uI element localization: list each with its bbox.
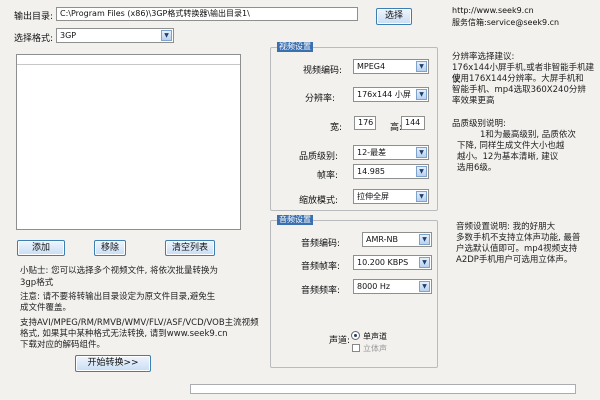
- file-list-header: [17, 55, 240, 65]
- chevron-down-icon[interactable]: ▼: [416, 89, 427, 100]
- chevron-down-icon[interactable]: ▼: [161, 30, 172, 41]
- framerate-value: 14.985: [357, 167, 385, 176]
- quality-label: 品质级别:: [299, 152, 339, 162]
- audio-codec-value: AMR-NB: [366, 235, 398, 244]
- zoom-mode-select[interactable]: 拉伸全屏 ▼: [353, 189, 429, 204]
- quality-note-2: 1和为最高级别, 品质依次: [480, 130, 576, 140]
- mono-radio[interactable]: [351, 331, 360, 340]
- tip-line-6: 格式, 如果其中某种格式无法转换, 请到www.seek9.cn: [20, 329, 228, 339]
- format-label: 选择格式:: [14, 34, 54, 44]
- remove-button[interactable]: 移除: [94, 240, 126, 256]
- stereo-checkbox[interactable]: [352, 344, 360, 352]
- tip-line-2: 3gp格式: [20, 278, 54, 288]
- resolution-note-1: 分辨率选择建议:: [452, 52, 515, 62]
- quality-value: 12-最差: [357, 148, 387, 157]
- framerate-select[interactable]: 14.985 ▼: [353, 164, 429, 179]
- channel-label: 声道:: [329, 336, 351, 346]
- audio-note-1: 音频设置说明: 我的好朋大: [456, 222, 556, 232]
- audio-samplerate-label: 音频频率:: [301, 286, 341, 296]
- video-codec-value: MPEG4: [357, 62, 386, 71]
- audio-note-4: A2DP手机用户可选用立体声。: [456, 255, 573, 265]
- audio-samplerate-value: 8000 Hz: [357, 282, 391, 291]
- quality-note-3: 下降, 同样生成文件大小也越: [457, 141, 565, 151]
- chevron-down-icon[interactable]: ▼: [416, 191, 427, 202]
- zoom-mode-value: 拉伸全屏: [357, 192, 389, 201]
- tip-line-1: 小贴士: 您可以选择多个视频文件, 将依次批量转换为: [20, 266, 218, 276]
- mono-label: 单声道: [363, 332, 387, 341]
- conversion-progress-bar: [190, 384, 576, 394]
- height-input[interactable]: 144: [401, 116, 425, 130]
- tip-line-3: 注意: 请不要将转输出目录设定为原文件目录,避免生: [20, 292, 216, 302]
- width-input[interactable]: 176: [354, 116, 376, 130]
- audio-note-3: 户选默认值即可。mp4视频支持: [456, 244, 578, 254]
- add-button[interactable]: 添加: [17, 240, 65, 256]
- quality-select[interactable]: 12-最差 ▼: [353, 145, 429, 160]
- resolution-note-5: 率效果更高: [452, 96, 495, 106]
- quality-note-4: 越小。12为基本清晰, 建议: [457, 152, 559, 162]
- zoom-mode-label: 缩放模式:: [299, 196, 339, 206]
- audio-bitrate-label: 音频帧率:: [301, 262, 341, 272]
- audio-samplerate-select[interactable]: 8000 Hz ▼: [353, 279, 432, 294]
- tip-line-7: 下载对应的解码组件。: [20, 340, 106, 350]
- clear-list-button[interactable]: 清空列表: [165, 240, 215, 256]
- resolution-label: 分辨率:: [305, 94, 336, 104]
- audio-note-2: 多数手机不支持立体声功能, 最普: [456, 233, 581, 243]
- video-settings-legend: 视频设置: [277, 42, 313, 52]
- chevron-down-icon[interactable]: ▼: [416, 147, 427, 158]
- quality-note-5: 选用6级。: [457, 163, 497, 173]
- audio-codec-select[interactable]: AMR-NB ▼: [362, 232, 432, 247]
- format-select[interactable]: 3GP ▼: [56, 28, 174, 43]
- video-codec-label: 视频编码:: [303, 66, 343, 76]
- framerate-label: 帧率:: [317, 171, 339, 181]
- stereo-label: 立体声: [363, 344, 387, 353]
- chevron-down-icon[interactable]: ▼: [416, 166, 427, 177]
- audio-settings-legend: 音频设置: [277, 215, 313, 225]
- video-codec-select[interactable]: MPEG4 ▼: [353, 59, 429, 74]
- audio-codec-label: 音频编码:: [301, 239, 341, 249]
- resolution-value: 176x144 小屏: [357, 90, 411, 99]
- output-dir-field[interactable]: C:\Program Files (x86)\3GP格式转换器\输出目录1\: [56, 7, 358, 21]
- output-dir-label: 输出目录:: [14, 12, 54, 22]
- audio-bitrate-select[interactable]: 10.200 KBPS ▼: [353, 255, 432, 270]
- file-list[interactable]: [16, 54, 241, 230]
- width-label: 宽:: [330, 123, 343, 133]
- quality-note-1: 品质级别说明:: [452, 119, 506, 129]
- resolution-note-3: 使用176X144分辨率。大屏手机和: [452, 74, 584, 84]
- chevron-down-icon[interactable]: ▼: [416, 61, 427, 72]
- chevron-down-icon[interactable]: ▼: [419, 281, 430, 292]
- tip-line-5: 支持AVI/MPEG/RM/RMVB/WMV/FLV/ASF/VCD/VOB主流…: [20, 318, 259, 328]
- chevron-down-icon[interactable]: ▼: [419, 234, 430, 245]
- resolution-select[interactable]: 176x144 小屏 ▼: [353, 87, 429, 102]
- audio-bitrate-value: 10.200 KBPS: [357, 258, 409, 267]
- chevron-down-icon[interactable]: ▼: [419, 257, 430, 268]
- tip-line-4: 成文件覆盖。: [20, 303, 72, 313]
- website-link[interactable]: http://www.seek9.cn: [452, 6, 534, 15]
- browse-button[interactable]: 选择: [376, 8, 412, 25]
- service-email: 服务信箱:service@seek9.cn: [452, 18, 560, 27]
- format-value: 3GP: [60, 31, 77, 40]
- resolution-note-4: 智能手机、mp4选取360X240分辨: [452, 85, 586, 95]
- start-convert-button[interactable]: 开始转换>>: [75, 355, 151, 372]
